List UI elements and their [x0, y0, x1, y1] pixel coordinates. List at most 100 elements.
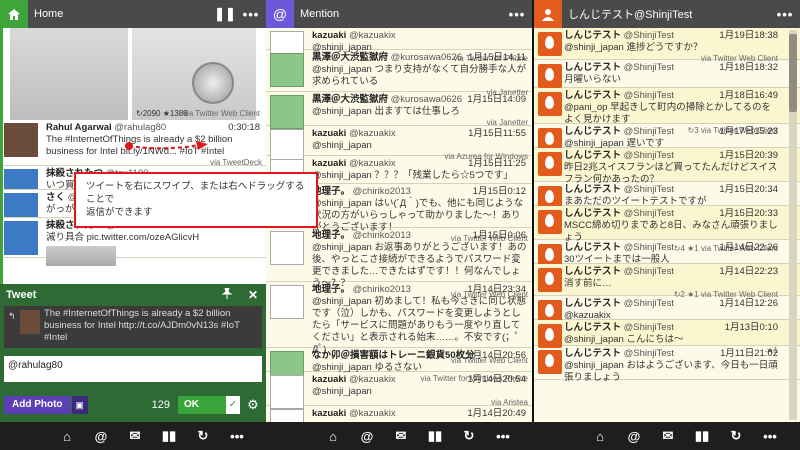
more-icon[interactable]: ••• [486, 429, 520, 444]
tweet-time: 1月14日20:54 [467, 374, 526, 385]
avatar[interactable] [270, 375, 304, 409]
refresh-icon[interactable]: ↻ [452, 428, 486, 444]
scrollbar[interactable] [789, 30, 797, 420]
home-icon[interactable]: ⌂ [50, 429, 84, 444]
tweet-item[interactable]: 地理子。 @chiriko2013 1月14日23:34 @shinji_japan… [266, 282, 532, 365]
tweet-item[interactable]: しんじテスト @ShinjiTest 1月15日20:33 MSCC締め切りまであと… [534, 206, 800, 253]
gear-icon[interactable]: ⚙ [240, 397, 266, 413]
tweet-text-input[interactable]: @rahulag80 [4, 356, 262, 382]
more-icon[interactable]: ••• [236, 7, 266, 22]
avatar[interactable] [270, 53, 304, 87]
tweet-item[interactable]: しんじテスト @ShinjiTest 1月14日22:23 消す前に… ↻2 ★1 v… [534, 264, 800, 299]
tweet-screen-name: @ShinjiTest [623, 30, 674, 41]
list-icon[interactable]: ▮▮ [152, 428, 186, 444]
tweet-item[interactable]: kazuaki @kazuakix 1月14日20:54 @shinji_japan… [266, 372, 532, 409]
camera-icon[interactable]: ▣ [71, 396, 88, 414]
tweet-item[interactable]: しんじテスト @ShinjiTest 1月15日20:39 昨日2兆スイスフランほど… [534, 148, 800, 185]
tweet-item[interactable]: なか卯＠損害額はトレーニ銀貨50枚分 1月14日20:56 @shinji_jap… [266, 348, 532, 385]
tweet-time: 1月15日20:39 [719, 150, 778, 161]
ok-button[interactable]: OK [178, 396, 226, 414]
tweet-item[interactable]: しんじテスト @ShinjiTest 1月15日20:34 まあただのツイートテスト… [534, 182, 800, 210]
more-icon[interactable]: ••• [770, 7, 800, 22]
check-icon[interactable]: ✓ [226, 396, 240, 414]
image-tweet[interactable]: ↻2090 ★1388 via Twitter Web Client [0, 28, 266, 120]
more-icon[interactable]: ••• [220, 429, 254, 444]
mention-column-header: @ Mention ••• [266, 0, 532, 28]
avatar[interactable] [4, 221, 38, 255]
pause-icon[interactable]: ❚❚ [214, 6, 236, 22]
avatar[interactable] [4, 193, 38, 217]
avatar[interactable] [538, 324, 562, 348]
more-icon[interactable]: ••• [502, 7, 532, 22]
close-icon[interactable]: ✕ [240, 288, 266, 302]
tweet-item[interactable]: 黒澤＠大渋監獄府 @kurosawa0626 1月15日14:09 @shinji_… [266, 92, 532, 129]
at-icon[interactable]: @ [350, 429, 384, 444]
dm-icon[interactable]: ✉ [651, 428, 685, 444]
tweet-item[interactable]: しんじテスト @ShinjiTest1月14日12:26@kazuakixvia… [534, 296, 800, 331]
tweet-item[interactable]: kazuaki @kazuakix 1月14日20:49 [266, 406, 532, 422]
avatar[interactable] [270, 231, 304, 265]
avatar[interactable] [538, 268, 562, 292]
list-icon[interactable]: ▮▮ [685, 428, 719, 444]
tweet-time: 1月15日14:09 [467, 94, 526, 105]
tweet-screen-name: @kazuakix [348, 128, 396, 139]
avatar[interactable] [270, 285, 304, 319]
scrollbar-thumb[interactable] [789, 34, 797, 112]
tweet-item[interactable]: しんじテスト @ShinjiTest 1月13日0:10 @shinji_japan… [534, 320, 800, 355]
tweet-item[interactable]: kazuaki @kazuakix 1月15日11:55 @shinji_japan… [266, 126, 532, 163]
tweet-time: 1月18日18:32 [719, 62, 778, 73]
tweet-body: 月曜いらない [564, 74, 622, 85]
tweet-item[interactable]: 地理子。 @chiriko2013 1月15日0:06 @shinji_japan … [266, 228, 532, 299]
home-icon[interactable]: ⌂ [316, 429, 350, 444]
avatar[interactable] [538, 350, 562, 374]
tweet-item[interactable]: 黒澤＠大渋監獄府 @kurosawa0626 1月15日14:11 @shinji_… [266, 50, 532, 97]
tweet-image[interactable] [46, 246, 116, 266]
tweet-item[interactable]: しんじテスト @ShinjiTest 1月17日15:23 @shinji_japa… [534, 124, 800, 152]
at-icon[interactable]: @ [266, 0, 294, 28]
tweet-body: @shinji_japan 出ますては仕事しろ [312, 106, 460, 117]
tweet-item[interactable]: しんじテスト @ShinjiTest 1月18日18:32 月曜いらない [534, 60, 800, 88]
tweet-name: Rahul Agarwal [46, 122, 112, 133]
more-icon[interactable]: ••• [753, 429, 787, 444]
home-icon[interactable]: ⌂ [583, 429, 617, 444]
list-icon[interactable]: ▮▮ [418, 428, 452, 444]
dm-icon[interactable]: ✉ [384, 428, 418, 444]
tweet-name: kazuaki [312, 408, 347, 419]
refresh-icon[interactable]: ↻ [186, 428, 220, 444]
home-icon[interactable] [0, 0, 28, 28]
add-photo-button[interactable]: Add Photo [4, 396, 71, 414]
tweet-time: 1月15日14:11 [468, 52, 526, 63]
avatar[interactable] [270, 409, 304, 422]
tweet-time: 1月15日20:34 [719, 184, 778, 195]
avatar[interactable] [538, 32, 562, 56]
dm-icon[interactable]: ✉ [118, 428, 152, 444]
tweet-image[interactable] [132, 28, 256, 120]
avatar[interactable] [4, 123, 38, 157]
compose-toolbar: Add Photo ▣ 129 OK ✓ ⚙ [0, 394, 266, 416]
avatar[interactable] [4, 169, 38, 189]
avatar[interactable] [538, 210, 562, 234]
tweet-item[interactable]: しんじテスト @ShinjiTest 1月14日22:26 30ツイートまでは一般人… [534, 240, 800, 275]
avatar[interactable] [538, 152, 562, 176]
avatar[interactable] [538, 64, 562, 88]
pin-icon[interactable] [214, 287, 240, 302]
column-title: Home [34, 8, 64, 20]
user-icon[interactable] [534, 0, 562, 28]
tweet-image[interactable] [10, 28, 128, 120]
quoted-text: The #InternetOfThings is already a $2 bi… [44, 308, 240, 343]
refresh-icon[interactable]: ↻ [719, 428, 753, 444]
tweet-item[interactable]: kazuaki @kazuakix @shinji_japan via Twitte… [266, 28, 532, 65]
tweet-body: @shinji_japan [312, 140, 372, 151]
tweet-item[interactable]: しんじテスト @ShinjiTest 1月19日18:38 @shinji_japa… [534, 28, 800, 63]
column-title: Mention [300, 8, 340, 20]
at-icon[interactable]: @ [84, 429, 118, 444]
avatar[interactable] [270, 95, 304, 129]
tweet-item[interactable]: しんじテスト @ShinjiTest 1月11日21:02 @shinji_japa… [534, 346, 800, 383]
tweet-name: しんじテスト [564, 184, 622, 195]
tweet-name: しんじテスト [564, 62, 622, 73]
tweet-screen-name: @ShinjiTest [623, 348, 674, 359]
tweet-item[interactable]: しんじテスト @ShinjiTest 1月18日16:49 @pani_op 早起き… [534, 88, 800, 135]
compose-title: Tweet [6, 289, 37, 301]
avatar[interactable] [538, 92, 562, 116]
at-icon[interactable]: @ [617, 429, 651, 444]
